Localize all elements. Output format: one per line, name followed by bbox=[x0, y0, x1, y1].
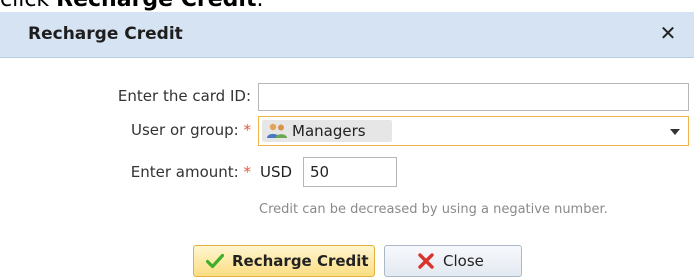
group-icon bbox=[267, 123, 287, 138]
selected-group-chip[interactable]: Managers bbox=[262, 120, 392, 142]
user-group-label-text: User or group: bbox=[131, 121, 239, 139]
amount-input[interactable] bbox=[303, 157, 397, 187]
close-icon[interactable]: ✕ bbox=[654, 18, 682, 48]
recharge-credit-button-label: Recharge Credit bbox=[232, 252, 369, 270]
dialog-titlebar: Recharge Credit ✕ bbox=[0, 12, 694, 58]
amount-label: Enter amount: * bbox=[11, 161, 251, 183]
check-icon bbox=[206, 253, 224, 269]
instruction-prefix: click bbox=[0, 0, 56, 12]
close-button[interactable]: Close bbox=[384, 245, 522, 277]
user-group-select[interactable]: Managers bbox=[258, 116, 689, 146]
required-marker: * bbox=[243, 163, 252, 181]
user-group-label: User or group: * bbox=[11, 119, 251, 141]
chevron-down-icon[interactable] bbox=[670, 129, 680, 135]
card-id-input[interactable] bbox=[258, 83, 689, 111]
close-button-label: Close bbox=[443, 252, 484, 270]
selected-group-text: Managers bbox=[292, 122, 366, 140]
instruction-suffix: . bbox=[256, 0, 263, 12]
card-id-label: Enter the card ID: bbox=[11, 85, 251, 107]
recharge-credit-button[interactable]: Recharge Credit bbox=[193, 245, 375, 277]
amount-label-text: Enter amount: bbox=[130, 163, 239, 181]
recharge-credit-dialog: Recharge Credit ✕ Enter the card ID: Use… bbox=[0, 12, 694, 277]
card-id-label-text: Enter the card ID: bbox=[117, 87, 251, 105]
dialog-title: Recharge Credit bbox=[28, 24, 183, 44]
required-marker: * bbox=[243, 121, 252, 139]
amount-hint: Credit can be decreased by using a negat… bbox=[259, 202, 608, 217]
instruction-bold: Recharge Credit bbox=[56, 0, 256, 12]
currency-label: USD bbox=[260, 163, 293, 181]
cross-icon bbox=[418, 253, 434, 269]
dialog-body: Enter the card ID: User or group: * Mana… bbox=[0, 58, 694, 277]
